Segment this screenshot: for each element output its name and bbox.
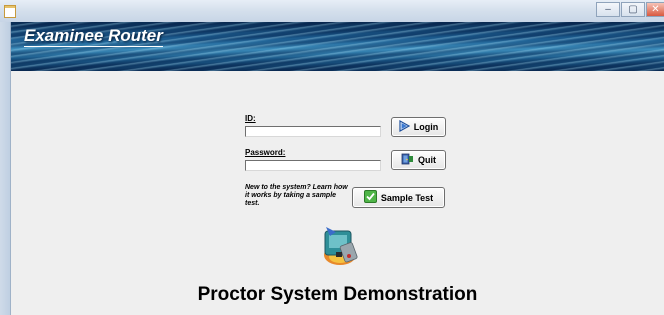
login-button-label: Login: [413, 122, 439, 132]
page-title: Proctor System Demonstration: [197, 284, 478, 305]
sample-test-note: New to the system? Learn how it works by…: [245, 184, 348, 207]
app-icon: [4, 5, 16, 18]
id-label: ID:: [245, 114, 256, 123]
checkmark-icon: [363, 190, 377, 205]
exit-door-icon: [401, 153, 414, 167]
id-input[interactable]: [245, 126, 381, 137]
password-label: Password:: [245, 148, 286, 157]
quit-button[interactable]: Quit: [391, 150, 446, 170]
header-banner: Examinee Router: [11, 22, 664, 71]
window-titlebar: – ▢ ✕: [0, 0, 664, 23]
proctor-logo-icon: [318, 222, 362, 268]
main-content: ID: Login Password: Quit New to the syst…: [11, 71, 664, 315]
login-button[interactable]: Login: [391, 117, 446, 137]
arrow-right-icon: [399, 119, 410, 134]
window-left-border: [0, 22, 11, 315]
minimize-button[interactable]: –: [596, 2, 620, 17]
sample-test-button[interactable]: Sample Test: [352, 187, 445, 208]
window-controls: – ▢ ✕: [595, 2, 664, 18]
sample-test-button-label: Sample Test: [380, 192, 434, 203]
quit-button-label: Quit: [418, 155, 436, 165]
password-input[interactable]: [245, 160, 381, 171]
close-button[interactable]: ✕: [646, 2, 664, 17]
maximize-button[interactable]: ▢: [621, 2, 645, 17]
app-title: Examinee Router: [24, 26, 163, 47]
